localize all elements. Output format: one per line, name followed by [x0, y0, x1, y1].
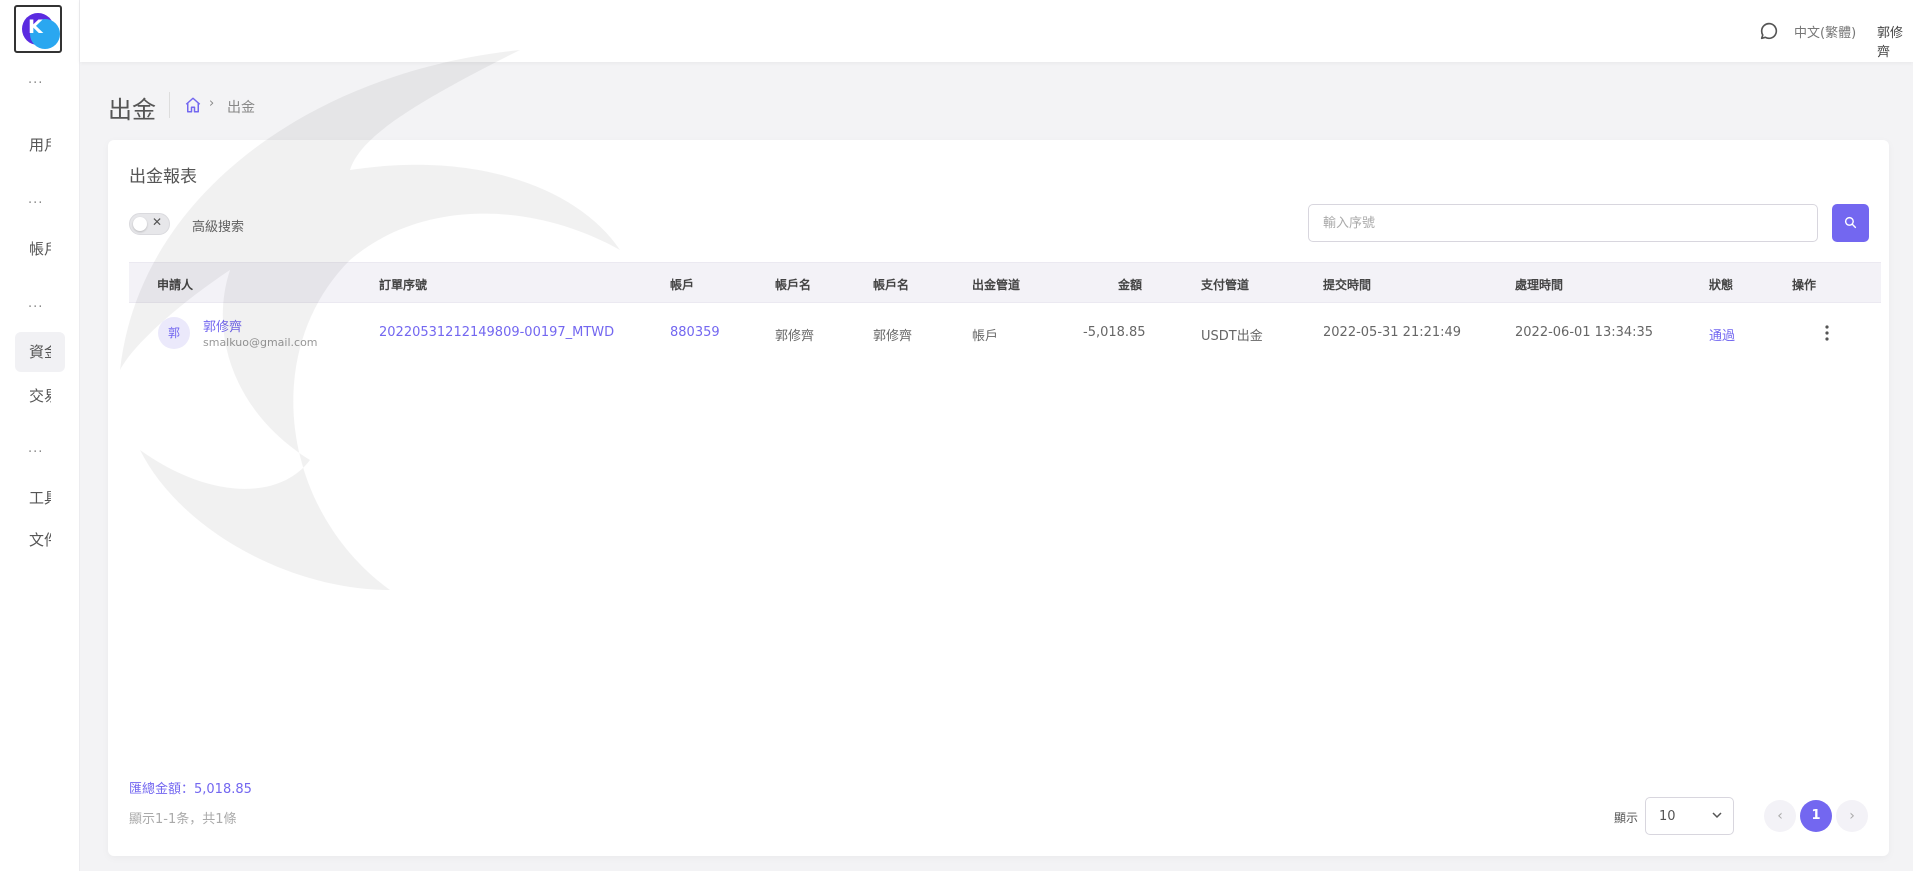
header-username[interactable]: 郭修齊	[1877, 22, 1913, 60]
app-logo[interactable]: K	[14, 5, 62, 53]
table-row: 郭 郭修齊 smalkuo@gmail.com 2022053121214980…	[129, 303, 1881, 363]
withdrawal-report-card: 出金報表 ✕ 高級搜索 申請人 訂單序號 帳戶 帳戶名 帳戶名 出金管道 金額 …	[108, 140, 1889, 856]
more-vertical-icon[interactable]	[1819, 321, 1835, 345]
total-amount: 匯總金額：5,018.85	[129, 782, 252, 797]
breadcrumb-current: 出金	[227, 100, 255, 116]
sidebar-item-tools[interactable]: 工具	[0, 478, 80, 518]
order-number-link[interactable]: 20220531212149809-00197_MTWD	[379, 325, 614, 340]
sidebar-item-users[interactable]: 用戶	[0, 125, 80, 165]
order-number-search-input[interactable]	[1308, 204, 1818, 242]
applicant-email: smalkuo@gmail.com	[203, 336, 318, 349]
toggle-knob	[133, 217, 147, 231]
col-payment-channel[interactable]: 支付管道	[1201, 276, 1249, 293]
section-dots-icon: ···	[28, 76, 44, 91]
next-page-button[interactable]: ›	[1836, 800, 1868, 832]
table-header: 申請人 訂單序號 帳戶 帳戶名 帳戶名 出金管道 金額 支付管道 提交時間 處理…	[129, 262, 1881, 303]
sidebar-item-trading[interactable]: 交易	[0, 376, 80, 416]
chat-icon[interactable]	[1758, 20, 1780, 42]
sidebar-item-accounts[interactable]: 帳戶	[0, 229, 80, 269]
sidebar-item-label: 文件	[29, 531, 51, 549]
withdraw-channel: 帳戶	[972, 329, 999, 344]
col-withdraw-channel[interactable]: 出金管道	[972, 276, 1020, 293]
card-title: 出金報表	[129, 167, 197, 187]
account-name-2: 郭修齊	[873, 329, 913, 344]
page-size-value: 10	[1659, 809, 1676, 824]
prev-page-button[interactable]: ‹	[1764, 800, 1796, 832]
sidebar-item-documents[interactable]: 文件	[0, 520, 80, 560]
applicant-name-link[interactable]: 郭修齊	[203, 316, 242, 335]
col-actions: 操作	[1792, 278, 1817, 292]
amount: -5,018.85	[1083, 325, 1146, 340]
col-account[interactable]: 帳戶	[670, 276, 694, 293]
page-size-label: 顯示	[1614, 811, 1639, 825]
col-applicant[interactable]: 申請人	[157, 276, 193, 293]
section-dots-icon: ···	[28, 196, 44, 211]
col-status[interactable]: 狀態	[1709, 276, 1733, 293]
payment-channel: USDT出金	[1201, 329, 1263, 344]
sidebar-item-label: 交易	[29, 387, 51, 405]
advanced-search-label: 高級搜索	[192, 220, 245, 235]
applicant-avatar: 郭	[158, 317, 190, 349]
account-name: 郭修齊	[775, 329, 815, 344]
account-link[interactable]: 880359	[670, 325, 720, 340]
logo-letter: K	[28, 16, 43, 38]
chevron-down-icon	[1712, 812, 1722, 819]
col-account-name[interactable]: 帳戶名	[775, 276, 811, 293]
sidebar-item-label: 用戶	[29, 136, 51, 154]
processed-time: 2022-06-01 13:34:35	[1515, 325, 1654, 340]
col-submitted-time[interactable]: 提交時間	[1323, 276, 1371, 293]
toggle-off-icon: ✕	[152, 215, 163, 229]
sidebar-item-label: 工具	[29, 489, 51, 507]
page-size-select[interactable]: 10	[1645, 797, 1734, 835]
breadcrumb-divider	[169, 92, 170, 118]
section-dots-icon: ···	[28, 300, 44, 315]
home-icon[interactable]	[184, 96, 202, 114]
sidebar: K ··· 用戶 ··· 帳戶 ··· 資金 交易 ··· 工具 文件	[0, 0, 80, 871]
col-processed-time[interactable]: 處理時間	[1515, 276, 1563, 293]
sidebar-item-funds[interactable]: 資金	[0, 332, 80, 372]
sidebar-item-label: 資金	[29, 343, 51, 361]
col-order-number[interactable]: 訂單序號	[379, 276, 427, 293]
status-badge[interactable]: 通過	[1709, 325, 1735, 344]
page-1-button[interactable]: 1	[1800, 800, 1832, 832]
breadcrumb-chevron-icon: ›	[209, 96, 215, 111]
col-account-name-2[interactable]: 帳戶名	[873, 276, 909, 293]
advanced-search-toggle[interactable]: ✕	[129, 213, 170, 235]
search-button[interactable]	[1832, 204, 1869, 242]
page-title: 出金	[108, 96, 156, 124]
sidebar-item-label: 帳戶	[29, 240, 51, 258]
col-amount[interactable]: 金額	[1118, 276, 1142, 293]
section-dots-icon: ···	[28, 445, 44, 460]
language-selector[interactable]: 中文(繁體)	[1794, 22, 1856, 41]
top-header: 中文(繁體) 郭修齊 郭	[80, 0, 1913, 62]
submitted-time: 2022-05-31 21:21:49	[1323, 325, 1462, 340]
showing-count: 顯示1-1条，共1條	[129, 812, 237, 827]
search-icon	[1844, 216, 1857, 229]
